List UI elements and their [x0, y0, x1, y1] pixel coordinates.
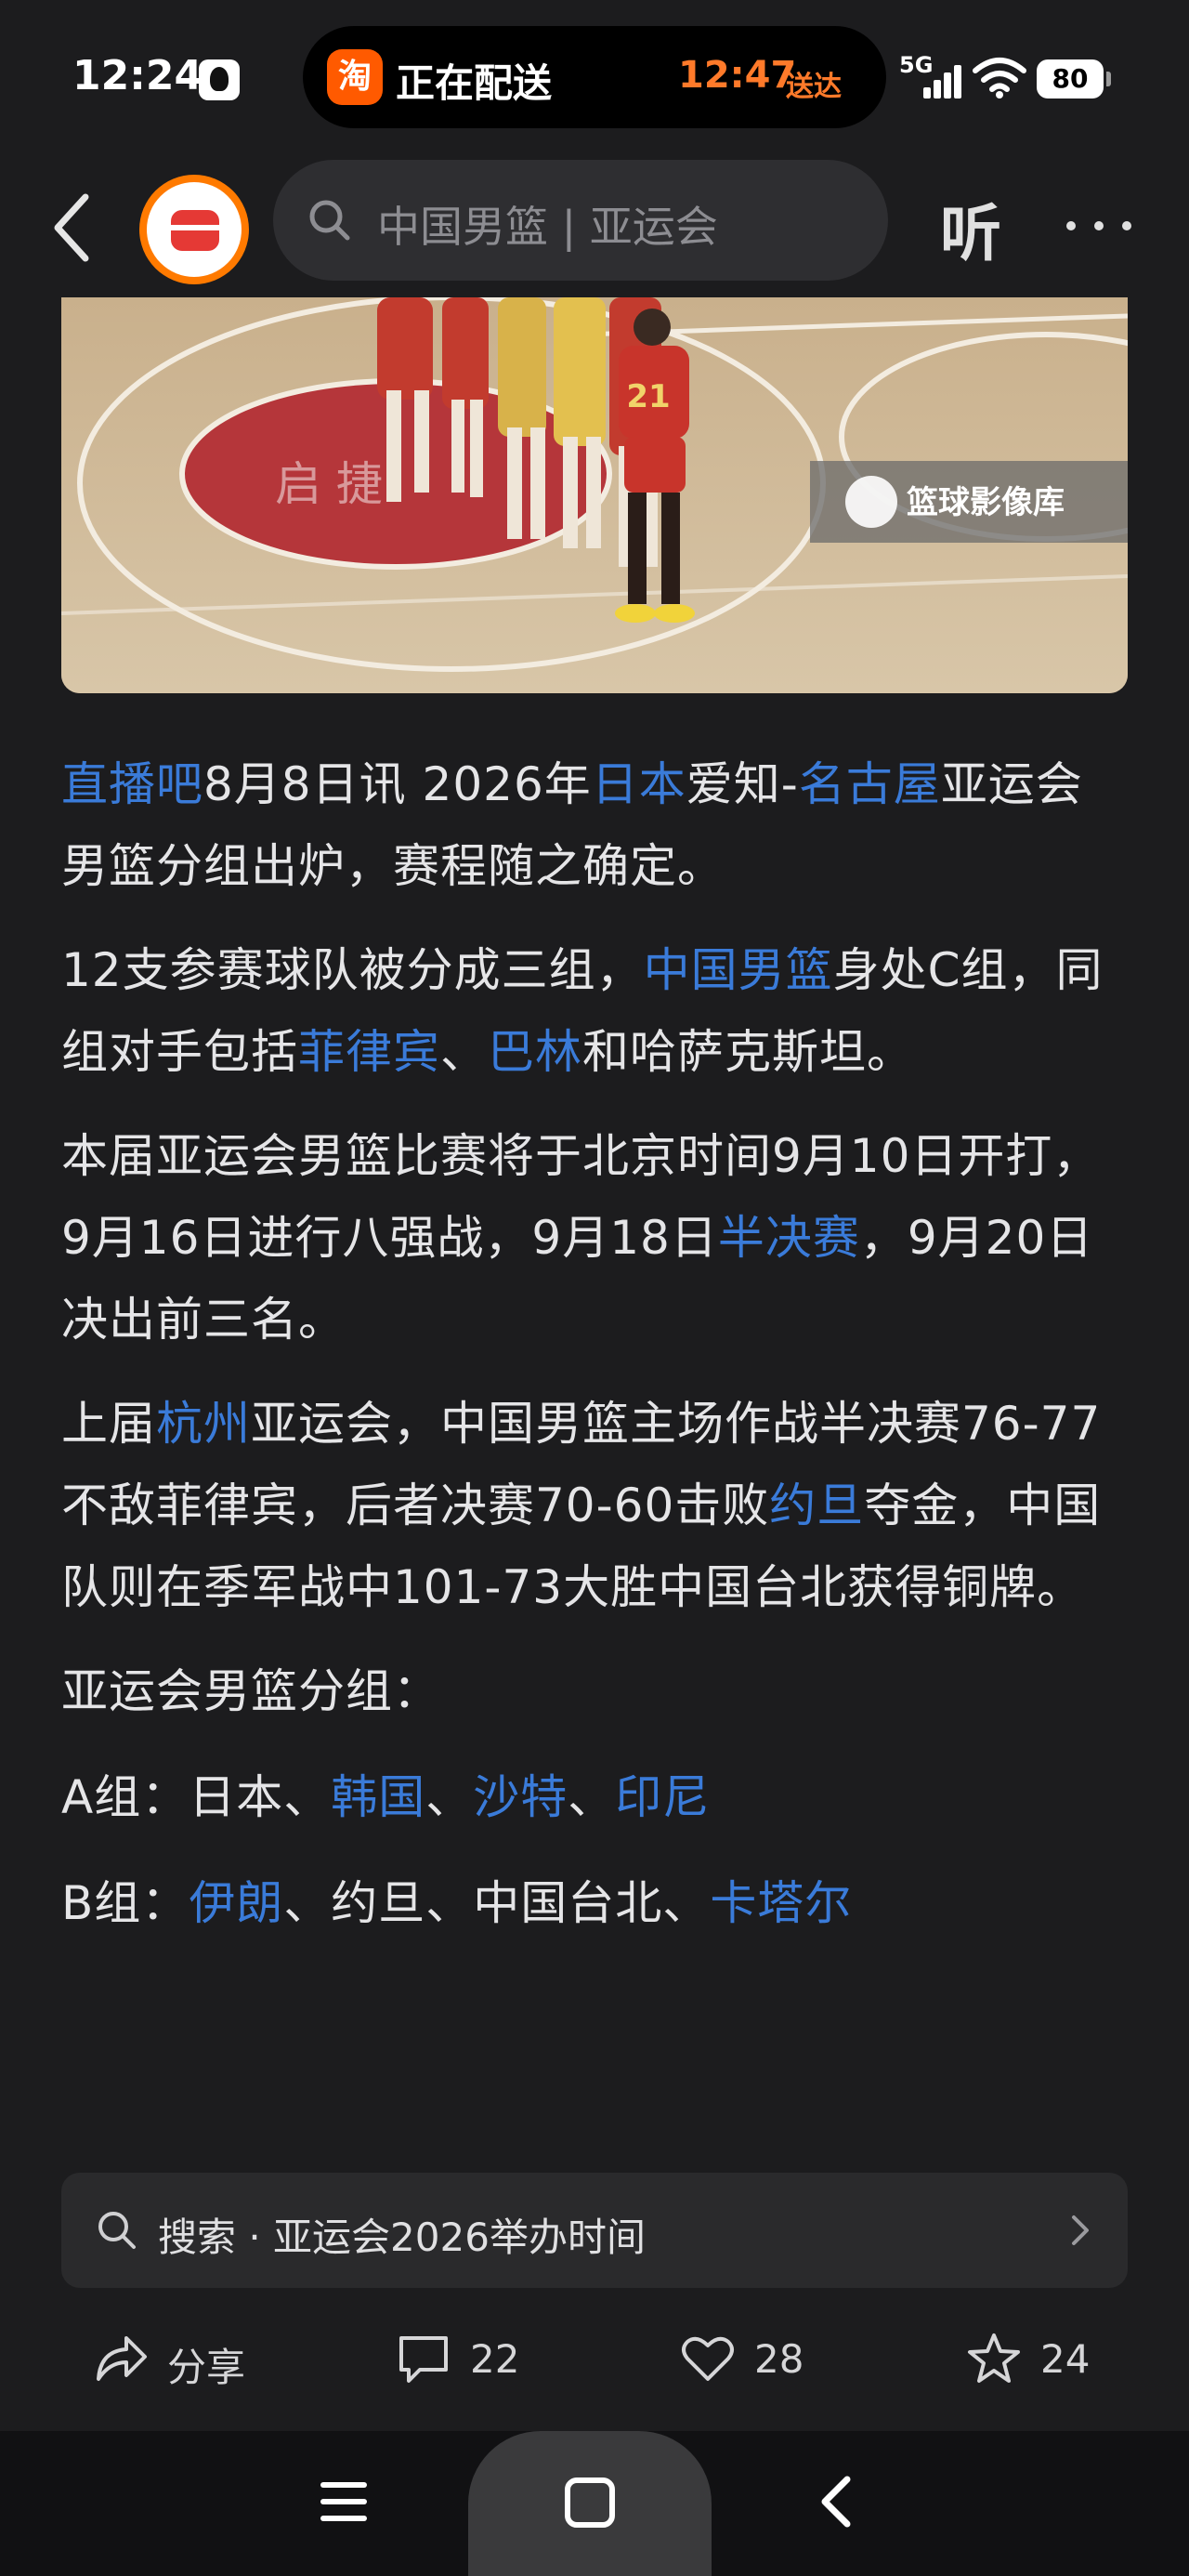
group-b-list: B组：伊朗、约旦、中国台北、卡塔尔: [61, 1862, 1128, 1944]
article-paragraph-1: 直播吧8月8日讯 2026年日本爱知-名古屋亚运会男篮分组出炉，赛程随之确定。: [61, 743, 1128, 907]
home-button[interactable]: [468, 2431, 712, 2576]
like-count: 28: [754, 2336, 804, 2382]
article-text-run: 上届: [61, 1397, 156, 1451]
delivery-eta-suffix: 送达: [786, 71, 842, 103]
share-icon: [97, 2336, 147, 2381]
qq-notification-icon: [199, 59, 240, 100]
status-bar: 12:24 淘 正在配送 12:47 送达 5G 80: [0, 0, 1189, 158]
article-body: 直播吧8月8日讯 2026年日本爱知-名古屋亚运会男篮分组出炉，赛程随之确定。 …: [61, 743, 1128, 1968]
battery-icon: 80: [1037, 59, 1111, 99]
article-keyword-link[interactable]: 杭州: [156, 1397, 251, 1451]
jersey-number: 21: [626, 378, 670, 415]
article-hero-image[interactable]: 启 捷 21 篮球影像库: [61, 297, 1128, 693]
article-text-run: 和哈萨克斯坦。: [582, 1025, 914, 1079]
article-keyword-link[interactable]: 中国男篮: [644, 943, 833, 997]
taobao-app-icon: 淘: [327, 49, 383, 105]
back-arrow-icon[interactable]: [45, 186, 100, 269]
comment-button[interactable]: 22: [396, 2327, 544, 2392]
like-button[interactable]: 28: [680, 2327, 829, 2392]
article-keyword-link[interactable]: 菲律宾: [298, 1025, 440, 1079]
menu-icon[interactable]: [320, 2479, 368, 2524]
article-keyword-link[interactable]: 名古屋: [799, 757, 941, 811]
article-text-run: 、约旦、中国台北、: [283, 1876, 711, 1930]
delivery-status: 正在配送: [396, 60, 553, 106]
related-search-text: 搜索 · 亚运会2026举办时间: [158, 2215, 646, 2260]
article-text-run: 、: [425, 1770, 474, 1824]
listen-button[interactable]: 听: [940, 184, 1001, 273]
share-label: 分享: [167, 2345, 246, 2390]
article-page: 12:24 淘 正在配送 12:47 送达 5G 80 中国男篮 | 亚运会 听…: [0, 0, 1189, 2576]
article-text-run: 亚运会男篮分组：: [61, 1664, 440, 1718]
article-keyword-link[interactable]: 印尼: [615, 1770, 710, 1824]
article-text-run: B组：: [61, 1876, 189, 1930]
article-keyword-link[interactable]: 半决赛: [718, 1211, 860, 1265]
article-keyword-link[interactable]: 卡塔尔: [710, 1876, 852, 1930]
system-nav-bar: [0, 2431, 1189, 2576]
signal-icon: [920, 61, 961, 99]
share-button[interactable]: 分享: [93, 2327, 260, 2392]
article-keyword-link[interactable]: 直播吧: [61, 757, 203, 811]
group-a-list: A组：日本、韩国、沙特、印尼: [61, 1756, 1128, 1838]
dynamic-island-delivery[interactable]: 淘 正在配送 12:47 送达: [303, 26, 886, 128]
article-action-bar: 分享 22 28 24: [0, 2308, 1189, 2411]
article-text-run: A组：日本、: [61, 1770, 332, 1824]
comment-count: 22: [470, 2336, 520, 2382]
article-text-run: 爱知-: [686, 757, 799, 811]
article-text-run: 12支参赛球队被分成三组，: [61, 943, 644, 997]
more-options-icon[interactable]: [1066, 216, 1133, 234]
wifi-icon: [973, 58, 1026, 99]
svg-text:启 捷: 启 捷: [275, 457, 383, 511]
comment-icon: [399, 2336, 448, 2383]
nav-back-icon[interactable]: [817, 2474, 855, 2530]
article-paragraph-3: 本届亚运会男篮比赛将于北京时间9月10日开打，9月16日进行八强战，9月18日半…: [61, 1115, 1128, 1360]
article-keyword-link[interactable]: 日本: [592, 757, 686, 811]
article-paragraph-groups-heading: 亚运会男篮分组：: [61, 1650, 1128, 1732]
chevron-right-icon: [1072, 2215, 1089, 2245]
article-keyword-link[interactable]: 韩国: [331, 1770, 425, 1824]
article-text-run: 8月8日讯 2026年: [203, 757, 592, 811]
article-keyword-link[interactable]: 伊朗: [189, 1876, 283, 1930]
article-keyword-link[interactable]: 沙特: [473, 1770, 568, 1824]
author-avatar[interactable]: [139, 175, 249, 284]
search-placeholder: 中国男篮 | 亚运会: [377, 202, 718, 252]
related-search-card[interactable]: 搜索 · 亚运会2026举办时间: [61, 2173, 1128, 2288]
heart-icon: [682, 2336, 734, 2381]
article-paragraph-2: 12支参赛球队被分成三组，中国男篮身处C组，同组对手包括菲律宾、巴林和哈萨克斯坦…: [61, 929, 1128, 1093]
star-icon: [968, 2333, 1020, 2383]
favorite-count: 24: [1040, 2336, 1091, 2382]
avatar-logo-icon: [147, 182, 242, 277]
article-text-run: 、: [440, 1025, 488, 1079]
search-icon: [309, 200, 350, 241]
search-bar[interactable]: 中国男篮 | 亚运会: [273, 160, 888, 281]
article-keyword-link[interactable]: 约旦: [769, 1479, 864, 1532]
status-time: 12:24: [72, 52, 203, 99]
home-square-icon: [565, 2477, 615, 2528]
favorite-button[interactable]: 24: [966, 2327, 1115, 2392]
search-icon: [98, 2212, 136, 2249]
image-watermark: 篮球影像库: [907, 484, 1065, 521]
article-keyword-link[interactable]: 巴林: [488, 1025, 582, 1079]
top-nav: 中国男篮 | 亚运会 听: [0, 158, 1189, 297]
delivery-eta: 12:47: [678, 54, 797, 97]
article-paragraph-4: 上届杭州亚运会，中国男篮主场作战半决赛76-77不敌菲律宾，后者决赛70-60击…: [61, 1383, 1128, 1628]
article-text-run: 、: [568, 1770, 616, 1824]
